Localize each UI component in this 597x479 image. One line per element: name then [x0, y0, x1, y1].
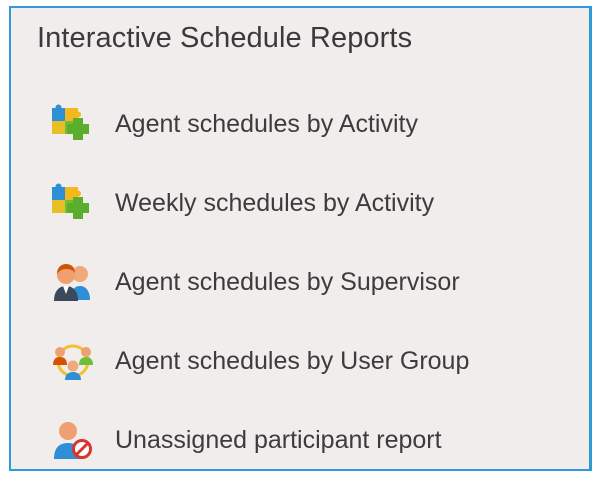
supervisor-people-icon — [49, 258, 97, 306]
report-label: Weekly schedules by Activity — [115, 188, 435, 217]
report-label: Agent schedules by User Group — [115, 346, 470, 375]
report-item-agent-schedules-by-activity[interactable]: Agent schedules by Activity — [49, 100, 569, 148]
panel-title: Interactive Schedule Reports — [37, 22, 413, 54]
report-item-weekly-schedules-by-activity[interactable]: Weekly schedules by Activity — [49, 179, 569, 227]
puzzle-activity-icon — [49, 179, 97, 227]
puzzle-activity-icon — [49, 100, 97, 148]
report-item-agent-schedules-by-user-group[interactable]: Agent schedules by User Group — [49, 337, 569, 385]
report-item-agent-schedules-by-supervisor[interactable]: Agent schedules by Supervisor — [49, 258, 569, 306]
reports-panel: Interactive Schedule Reports Agent sched… — [9, 6, 592, 471]
report-item-unassigned-participant-report[interactable]: Unassigned participant report — [49, 416, 569, 464]
report-label: Agent schedules by Supervisor — [115, 267, 460, 296]
report-label: Agent schedules by Activity — [115, 109, 418, 138]
report-label: Unassigned participant report — [115, 425, 442, 454]
user-group-icon — [49, 337, 97, 385]
unassigned-person-icon — [49, 416, 97, 464]
